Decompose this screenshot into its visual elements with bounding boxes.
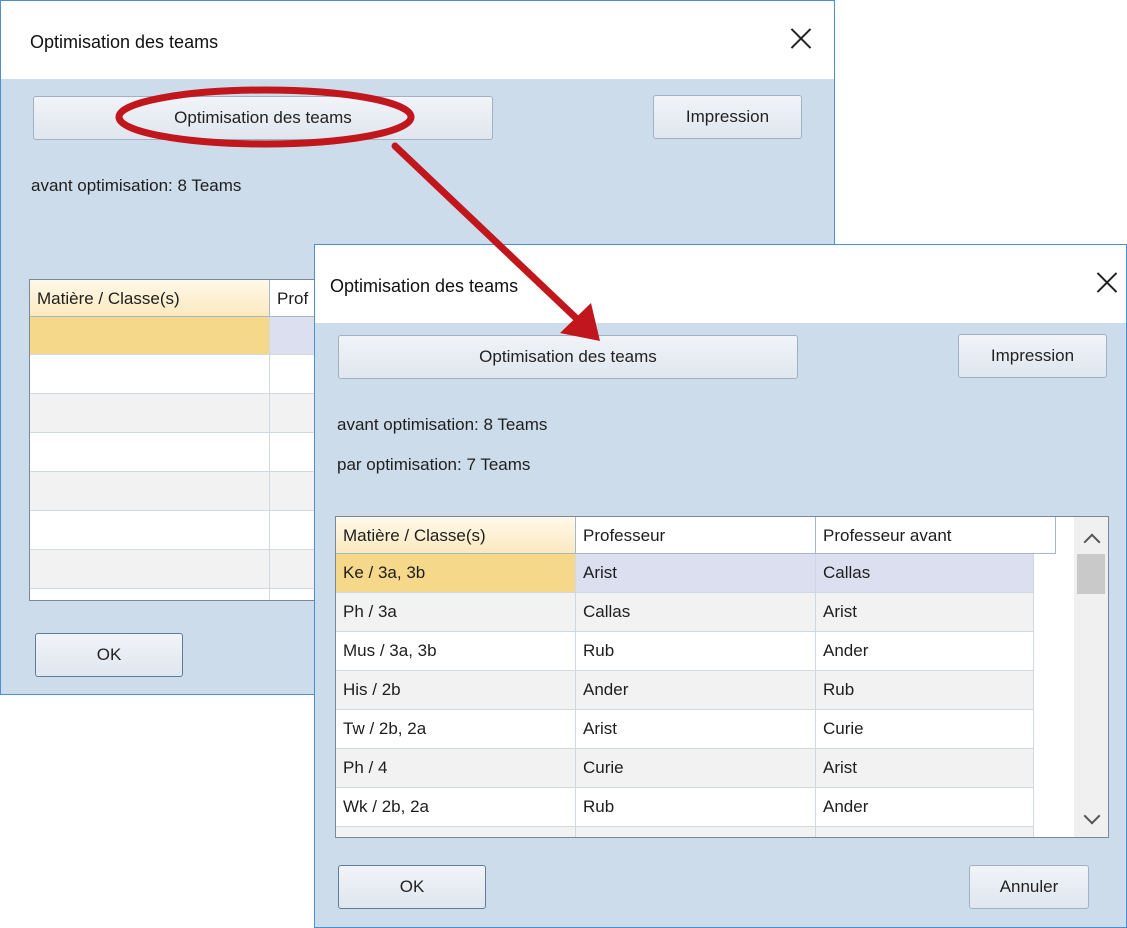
scroll-down-icon[interactable] bbox=[1083, 807, 1101, 825]
back-optimize-button[interactable]: Optimisation des teams bbox=[33, 96, 493, 140]
back-empty-cell[interactable] bbox=[30, 511, 270, 550]
back-empty-cell[interactable] bbox=[30, 355, 270, 394]
column-header-professeur[interactable]: Professeur bbox=[576, 517, 816, 554]
table-cell[interactable]: Callas bbox=[576, 593, 816, 632]
table-cell[interactable]: Curie bbox=[816, 710, 1034, 749]
front-optimize-button[interactable]: Optimisation des teams bbox=[338, 335, 798, 379]
column-header-professeur-avant[interactable]: Professeur avant bbox=[816, 517, 1056, 554]
back-empty-cell[interactable] bbox=[30, 472, 270, 511]
table-cell[interactable]: His / 2b bbox=[336, 671, 576, 710]
table-cell[interactable]: Curie bbox=[576, 749, 816, 788]
table-cell[interactable]: Wk / 2b, 2a bbox=[336, 788, 576, 827]
scrollbar-thumb[interactable] bbox=[1077, 554, 1105, 594]
table-cell[interactable]: Ander bbox=[576, 827, 816, 837]
back-dialog-title: Optimisation des teams bbox=[30, 32, 219, 52]
table-cell[interactable]: Rub bbox=[576, 632, 816, 671]
table-cell[interactable]: Arist bbox=[816, 749, 1034, 788]
back-column-header-subject[interactable]: Matière / Classe(s) bbox=[30, 280, 270, 317]
front-close-icon[interactable] bbox=[1092, 267, 1122, 297]
front-grid: Matière / Classe(s) Professeur Professeu… bbox=[335, 516, 1109, 838]
table-cell[interactable]: Tw / 2b, 2a bbox=[336, 710, 576, 749]
table-cell[interactable]: Arist bbox=[576, 710, 816, 749]
table-cell[interactable]: Ander bbox=[816, 632, 1034, 671]
front-dialog-title: Optimisation des teams bbox=[330, 276, 519, 296]
front-ok-button[interactable]: OK bbox=[338, 865, 486, 909]
table-cell[interactable]: Rub bbox=[816, 671, 1034, 710]
back-empty-cell[interactable] bbox=[30, 589, 270, 600]
table-cell[interactable]: Bio / 2a bbox=[336, 827, 576, 837]
table-cell[interactable]: Ph / 4 bbox=[336, 749, 576, 788]
front-print-button[interactable]: Impression bbox=[958, 334, 1107, 378]
vertical-scrollbar[interactable] bbox=[1074, 517, 1108, 837]
back-empty-cell[interactable] bbox=[30, 550, 270, 589]
back-ok-button[interactable]: OK bbox=[35, 633, 183, 677]
front-dialog: Optimisation des teams Optimisation des … bbox=[314, 244, 1127, 928]
back-dialog-titlebar: Optimisation des teams bbox=[1, 1, 834, 79]
back-grid: Matière / Classe(s) Prof bbox=[29, 279, 329, 601]
table-cell[interactable]: Mus / 3a, 3b bbox=[336, 632, 576, 671]
table-cell[interactable]: Ph / 3a bbox=[336, 593, 576, 632]
table-cell[interactable]: Ander bbox=[576, 671, 816, 710]
table-cell[interactable]: Ke / 3a, 3b bbox=[336, 554, 576, 593]
back-before-text: avant optimisation: 8 Teams bbox=[31, 176, 242, 195]
scroll-up-icon[interactable] bbox=[1083, 533, 1101, 551]
back-close-icon[interactable] bbox=[786, 23, 816, 53]
front-dialog-titlebar: Optimisation des teams bbox=[315, 245, 1126, 323]
table-cell[interactable]: Arist bbox=[576, 554, 816, 593]
back-print-button[interactable]: Impression bbox=[653, 95, 802, 139]
back-empty-cell[interactable] bbox=[30, 317, 270, 355]
table-cell[interactable]: Rub bbox=[816, 827, 1034, 837]
back-empty-cell[interactable] bbox=[30, 394, 270, 433]
column-header-subject[interactable]: Matière / Classe(s) bbox=[336, 517, 576, 554]
table-cell[interactable]: Rub bbox=[576, 788, 816, 827]
table-cell[interactable]: Callas bbox=[816, 554, 1034, 593]
front-before-text: avant optimisation: 8 Teams bbox=[337, 415, 548, 434]
table-cell[interactable]: Ander bbox=[816, 788, 1034, 827]
table-cell[interactable]: Arist bbox=[816, 593, 1034, 632]
front-after-text: par optimisation: 7 Teams bbox=[337, 455, 531, 474]
cancel-button[interactable]: Annuler bbox=[969, 865, 1089, 909]
back-empty-cell[interactable] bbox=[30, 433, 270, 472]
